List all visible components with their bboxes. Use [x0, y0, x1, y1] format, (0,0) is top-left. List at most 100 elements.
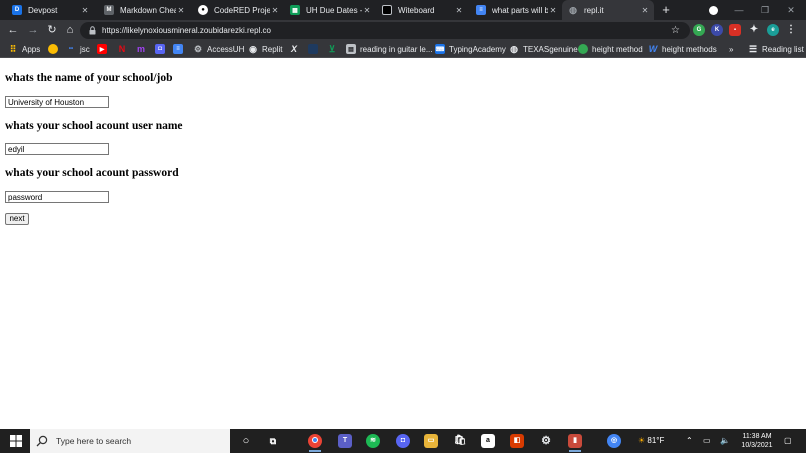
bookmarks-overflow-icon[interactable]: » — [729, 41, 733, 57]
chevron-up-icon[interactable]: ⌃ — [686, 429, 693, 453]
close-icon[interactable]: ✕ — [548, 6, 558, 15]
bookmark-sheets[interactable]: ⊻ — [327, 41, 341, 57]
bookmark-docs[interactable]: ≡ — [173, 41, 187, 57]
close-icon[interactable]: ✕ — [80, 6, 90, 15]
system-clock[interactable]: 11:38 AM 10/3/2021 — [737, 432, 777, 450]
tab-witeboard[interactable]: Witeboard ✕ — [376, 0, 468, 20]
tab-markdown[interactable]: M Markdown Cheat ✕ — [98, 0, 190, 20]
docs-icon: ≡ — [476, 5, 486, 15]
puzzle-icon[interactable]: ✦ — [748, 24, 760, 36]
menu-kebab-icon[interactable]: ⋮ — [785, 24, 797, 36]
tab-title: repl.it — [584, 5, 604, 15]
bookmark-dark[interactable] — [308, 41, 322, 57]
bookmark-jsc[interactable]: •• jsc — [66, 41, 90, 57]
username-input[interactable] — [5, 143, 109, 155]
store-icon[interactable]: 🛍 — [453, 434, 467, 448]
sheets-icon: ▦ — [290, 5, 300, 15]
minimize-button[interactable]: — — [730, 2, 748, 18]
netflix-icon: N — [118, 44, 126, 54]
typing-icon: ⌨ — [435, 44, 445, 54]
volume-icon[interactable]: 🔈 — [720, 429, 730, 453]
amazon-icon[interactable]: a — [481, 434, 495, 448]
bookmark-star-icon[interactable]: ☆ — [671, 22, 680, 39]
discord-icon[interactable]: ◘ — [396, 434, 410, 448]
notification-icon[interactable]: ▢ — [784, 429, 792, 453]
bookmarks-bar: ⠿ Apps •• jsc ▶ N m ◘ ≡ ⚙ AccessUH ◉ Rep… — [0, 41, 806, 58]
extension-badge-icon[interactable]: ▪ — [729, 24, 741, 36]
bookmark-m[interactable]: m — [136, 41, 150, 57]
school-input[interactable] — [5, 96, 109, 108]
close-icon[interactable]: ✕ — [640, 6, 650, 15]
tab-codered[interactable]: ● CodeRED Project ✕ — [192, 0, 284, 20]
profile-dot-icon[interactable] — [704, 2, 722, 18]
taskbar-search[interactable]: Type here to search — [30, 429, 230, 453]
dark-icon — [308, 44, 318, 54]
discord-icon: ◘ — [155, 44, 165, 54]
bookmark-texasgenuine[interactable]: ◍ TEXASgenuine — [509, 41, 578, 57]
bookmark-netflix[interactable]: N — [117, 41, 131, 57]
office-icon[interactable]: ◧ — [510, 434, 524, 448]
globe-icon: ◍ — [569, 4, 577, 15]
new-tab-button[interactable]: + — [659, 2, 673, 18]
window-close-button[interactable]: ✕ — [782, 2, 800, 18]
next-button[interactable]: next — [5, 213, 29, 225]
lock-icon[interactable] — [89, 26, 96, 35]
avatar[interactable]: e — [767, 24, 779, 36]
close-icon[interactable]: ✕ — [176, 6, 186, 15]
spotify-icon[interactable]: ≋ — [366, 434, 380, 448]
weather-sun-icon: ☀ — [638, 436, 646, 445]
reload-button[interactable]: ↻ — [45, 23, 59, 37]
bookmark-x[interactable]: X — [289, 41, 303, 57]
bookmark-replit[interactable]: ◉ Replit — [248, 41, 282, 57]
maximize-button[interactable]: ❐ — [756, 2, 774, 18]
question-school: whats the name of your school/job — [5, 72, 173, 84]
weather-widget[interactable]: ☀ 81°F — [638, 429, 664, 453]
bookmark-apps[interactable]: ⠿ Apps — [8, 41, 41, 57]
task-view-icon[interactable]: ⧉ — [266, 434, 280, 448]
close-icon[interactable]: ✕ — [454, 6, 464, 15]
bookmark-height-methods[interactable]: W height methods — [648, 41, 717, 57]
bookmark-accessuh[interactable]: ⚙ AccessUH — [193, 41, 244, 57]
close-icon[interactable]: ✕ — [270, 6, 280, 15]
back-button[interactable]: ← — [6, 23, 20, 37]
windows-start-icon[interactable] — [10, 435, 22, 447]
grammarly-icon[interactable]: G — [693, 24, 705, 36]
settings-gear-icon[interactable]: ⚙ — [539, 434, 553, 448]
bookmark-height-method[interactable]: height method — [578, 41, 643, 57]
url-text: https://likelynoxiousmineral.zoubidarezk… — [102, 26, 271, 35]
file-explorer-icon[interactable]: ▭ — [424, 434, 438, 448]
tab-uh-due-dates[interactable]: ▦ UH Due Dates - G ✕ — [284, 0, 376, 20]
password-input[interactable] — [5, 191, 109, 203]
k-extension-icon[interactable]: K — [711, 24, 723, 36]
github-icon: ● — [198, 5, 208, 15]
network-icon[interactable]: ▭ — [703, 429, 711, 453]
tab-title: CodeRED Project — [214, 5, 270, 15]
chrome-icon[interactable] — [308, 434, 322, 452]
page-content: whats the name of your school/job whats … — [0, 59, 806, 429]
bookmark-youtube[interactable]: ▶ — [97, 41, 111, 57]
tab-replit[interactable]: ◍ repl.it ✕ — [562, 0, 654, 20]
pinned-app-icon[interactable]: ▮ — [568, 434, 582, 452]
wikipedia-icon: W — [648, 44, 658, 54]
tab-title: UH Due Dates - G — [306, 5, 362, 15]
bookmark-smiley[interactable] — [48, 41, 62, 57]
forward-button[interactable]: → — [26, 23, 40, 37]
tab-devpost[interactable]: D Devpost ✕ — [6, 0, 94, 20]
close-icon[interactable]: ✕ — [362, 6, 372, 15]
clock-time: 11:38 AM — [742, 433, 772, 440]
apps-grid-icon: ⠿ — [9, 43, 17, 54]
home-button[interactable]: ⌂ — [63, 23, 77, 37]
bookmark-guitar[interactable]: ▤ reading in guitar le... — [346, 41, 433, 57]
bookmark-discord[interactable]: ◘ — [155, 41, 169, 57]
question-password: whats your school acount password — [5, 167, 179, 179]
tab-what-parts[interactable]: ≡ what parts will be ✕ — [470, 0, 562, 20]
app-circle-icon[interactable]: ◎ — [607, 434, 621, 448]
bookmark-typingacademy[interactable]: ⌨ TypingAcademy — [435, 41, 506, 57]
jsc-icon: •• — [68, 46, 74, 52]
tab-title: Devpost — [28, 5, 58, 15]
teams-icon[interactable]: T — [338, 434, 352, 448]
address-bar[interactable]: https://likelynoxiousmineral.zoubidarezk… — [80, 22, 690, 39]
markdown-icon: M — [104, 5, 114, 15]
bookmark-reading-list[interactable]: ☰ Reading list — [748, 41, 804, 57]
cortana-icon[interactable]: ○ — [239, 434, 253, 448]
